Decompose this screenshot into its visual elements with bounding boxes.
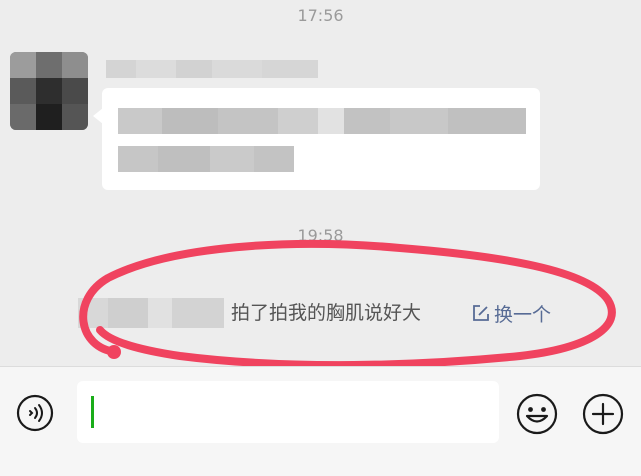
emoji-icon[interactable] xyxy=(516,393,558,435)
plus-icon[interactable] xyxy=(582,393,624,435)
blurred-nickname xyxy=(78,298,224,328)
voice-icon[interactable] xyxy=(16,394,54,432)
input-bar xyxy=(0,366,641,457)
message-bubble[interactable] xyxy=(102,88,540,190)
change-pat-link[interactable]: 换一个 xyxy=(472,300,551,326)
pat-text: 拍了拍我的胸肌说好大 xyxy=(231,302,422,324)
sender-name xyxy=(106,60,318,78)
text-caret xyxy=(91,396,94,428)
chat-area: 17:56 19:58 拍了拍我的胸肌说好大 换一个 xyxy=(0,0,641,366)
timestamp: 19:58 xyxy=(297,226,344,245)
change-pat-label: 换一个 xyxy=(494,303,552,326)
avatar[interactable] xyxy=(10,52,88,130)
pat-notification: 拍了拍我的胸肌说好大 换一个 xyxy=(78,296,598,330)
edit-icon xyxy=(473,305,489,321)
timestamp: 17:56 xyxy=(297,6,344,25)
bottom-strip xyxy=(0,456,641,476)
blurred-message-line xyxy=(118,108,526,134)
message-input[interactable] xyxy=(77,381,499,443)
blurred-message-line xyxy=(118,146,294,172)
